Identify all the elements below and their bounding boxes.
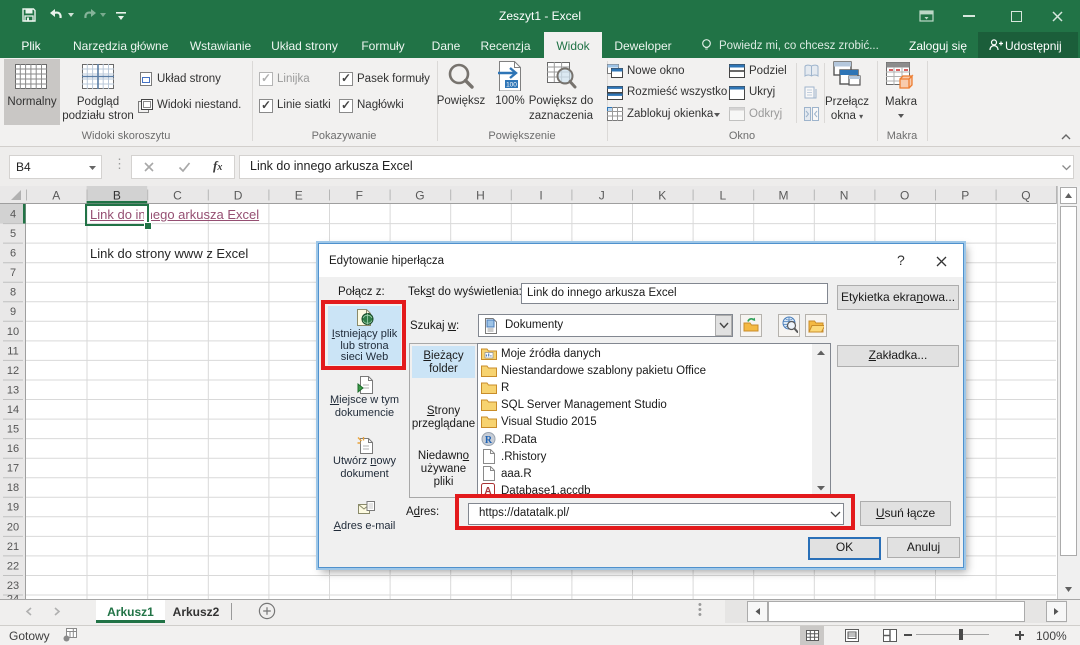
svg-text:6: 6 — [10, 248, 16, 260]
svg-text:23: 23 — [7, 580, 19, 592]
svg-text:16: 16 — [7, 443, 19, 455]
svg-text:19: 19 — [7, 502, 19, 514]
svg-text:24: 24 — [7, 594, 19, 600]
svg-text:H: H — [476, 189, 485, 203]
svg-text:15: 15 — [7, 424, 19, 436]
svg-text:11: 11 — [7, 345, 18, 357]
svg-text:18: 18 — [7, 482, 19, 494]
svg-text:K: K — [658, 189, 666, 203]
svg-text:Q: Q — [1021, 189, 1030, 203]
svg-text:21: 21 — [7, 541, 19, 553]
svg-text:20: 20 — [7, 521, 19, 533]
svg-text:F: F — [356, 189, 363, 203]
svg-text:14: 14 — [7, 404, 19, 416]
svg-text:E: E — [295, 189, 303, 203]
svg-text:I: I — [539, 189, 542, 203]
svg-text:10: 10 — [7, 326, 19, 338]
svg-text:17: 17 — [7, 463, 19, 475]
svg-text:R: R — [485, 435, 493, 446]
svg-text:7: 7 — [10, 267, 16, 279]
svg-text:13: 13 — [7, 384, 19, 396]
svg-text:J: J — [599, 189, 605, 203]
svg-text:O: O — [900, 189, 909, 203]
svg-text:5: 5 — [10, 228, 16, 240]
svg-text:12: 12 — [7, 365, 19, 377]
svg-text:100: 100 — [506, 82, 517, 89]
svg-text:A: A — [52, 189, 60, 203]
svg-text:8: 8 — [10, 287, 16, 299]
svg-text:D: D — [234, 189, 243, 203]
svg-text:4: 4 — [10, 209, 16, 221]
svg-text:M: M — [779, 189, 789, 203]
svg-text:P: P — [961, 189, 969, 203]
svg-text:9: 9 — [10, 306, 16, 318]
svg-text:22: 22 — [7, 560, 19, 572]
svg-text:G: G — [415, 189, 424, 203]
svg-text:C: C — [173, 189, 182, 203]
svg-text:B: B — [113, 189, 121, 203]
svg-text:L: L — [720, 189, 727, 203]
svg-text:N: N — [840, 189, 849, 203]
